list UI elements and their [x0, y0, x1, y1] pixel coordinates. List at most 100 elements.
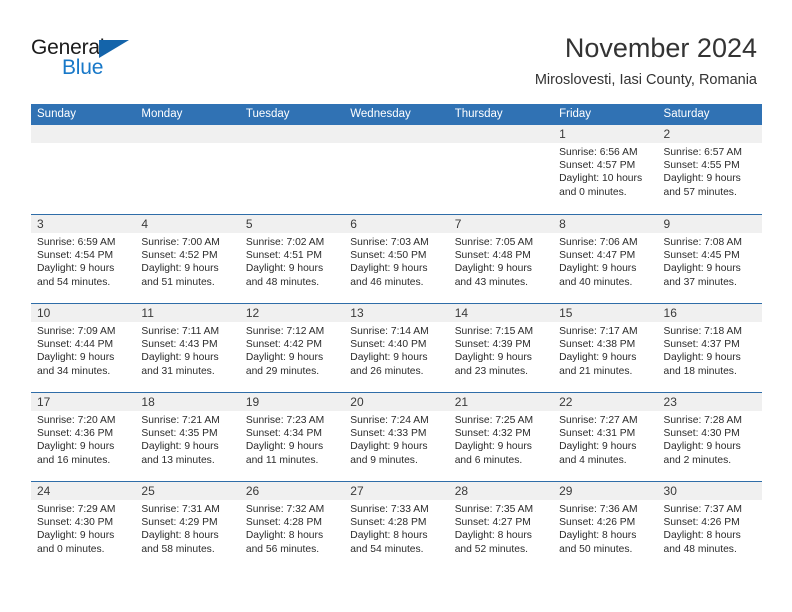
day-cell[interactable]: 16 Sunrise: 7:18 AM Sunset: 4:37 PM Dayl… — [657, 304, 762, 392]
day-cell[interactable] — [239, 125, 345, 214]
day-cell[interactable]: 2 Sunrise: 6:57 AM Sunset: 4:55 PM Dayli… — [657, 125, 762, 214]
day-cell[interactable] — [135, 125, 240, 214]
day-cell[interactable]: 11 Sunrise: 7:11 AM Sunset: 4:43 PM Dayl… — [135, 304, 240, 392]
day-cell[interactable]: 5 Sunrise: 7:02 AM Sunset: 4:51 PM Dayli… — [239, 215, 345, 303]
sunset-text: Sunset: 4:36 PM — [37, 428, 114, 440]
sunset-text: Sunset: 4:42 PM — [245, 339, 322, 351]
sunrise-text: Sunrise: 7:18 AM — [663, 326, 742, 337]
week-row: 17 Sunrise: 7:20 AM Sunset: 4:36 PM Dayl… — [31, 392, 762, 481]
day-cell[interactable]: 7 Sunrise: 7:05 AM Sunset: 4:48 PM Dayli… — [448, 215, 554, 303]
day-cell[interactable]: 14 Sunrise: 7:15 AM Sunset: 4:39 PM Dayl… — [448, 304, 554, 392]
day-number: 6 — [350, 217, 357, 231]
day-number: 2 — [663, 127, 671, 141]
daylight-text-2: and 18 minutes. — [663, 365, 737, 377]
day-cell[interactable]: 12 Sunrise: 7:12 AM Sunset: 4:42 PM Dayl… — [239, 304, 345, 392]
day-cell[interactable]: 20 Sunrise: 7:24 AM Sunset: 4:33 PM Dayl… — [344, 393, 449, 481]
calendar-page: General Blue November 2024 Miroslovesti,… — [0, 0, 792, 612]
day-cell[interactable] — [448, 125, 554, 214]
day-cell[interactable]: 4 Sunrise: 7:00 AM Sunset: 4:52 PM Dayli… — [135, 215, 240, 303]
daylight-text-2: and 46 minutes. — [350, 276, 424, 288]
sunrise-text: Sunrise: 7:25 AM — [454, 415, 534, 426]
daylight-text-2: and 26 minutes. — [350, 365, 424, 377]
daylight-text-2: and 6 minutes. — [454, 454, 523, 466]
daylight-text-1: Daylight: 8 hours — [141, 530, 219, 542]
daylight-text-1: Daylight: 9 hours — [141, 352, 219, 364]
sunrise-text: Sunrise: 7:03 AM — [350, 237, 429, 248]
day-number — [135, 127, 141, 141]
page-subtitle: Miroslovesti, Iasi County, Romania — [534, 72, 757, 88]
sunrise-text: Sunrise: 7:02 AM — [245, 237, 325, 248]
day-number: 30 — [663, 484, 677, 498]
day-number: 8 — [559, 217, 566, 231]
daylight-text-2: and 58 minutes. — [141, 543, 215, 555]
day-number: 15 — [559, 306, 573, 320]
daylight-text-2: and 21 minutes. — [559, 365, 633, 377]
day-cell[interactable]: 26 Sunrise: 7:32 AM Sunset: 4:28 PM Dayl… — [239, 482, 345, 570]
daylight-text-2: and 40 minutes. — [559, 276, 633, 288]
day-cell[interactable]: 30 Sunrise: 7:37 AM Sunset: 4:26 PM Dayl… — [657, 482, 762, 570]
sunset-text: Sunset: 4:50 PM — [350, 250, 427, 262]
day-cell[interactable]: 23 Sunrise: 7:28 AM Sunset: 4:30 PM Dayl… — [657, 393, 762, 481]
daylight-text-1: Daylight: 9 hours — [141, 263, 219, 275]
daylight-text-2: and 56 minutes. — [245, 543, 320, 555]
day-cell[interactable]: 18 Sunrise: 7:21 AM Sunset: 4:35 PM Dayl… — [135, 393, 240, 481]
sunrise-text: Sunrise: 7:23 AM — [245, 415, 325, 426]
sunrise-text: Sunrise: 7:15 AM — [454, 326, 534, 337]
day-cell[interactable]: 29 Sunrise: 7:36 AM Sunset: 4:26 PM Dayl… — [553, 482, 658, 570]
day-cell[interactable]: 27 Sunrise: 7:33 AM Sunset: 4:28 PM Dayl… — [344, 482, 449, 570]
day-cell[interactable]: 15 Sunrise: 7:17 AM Sunset: 4:38 PM Dayl… — [553, 304, 658, 392]
sunrise-text: Sunrise: 7:36 AM — [559, 504, 638, 515]
day-number: 28 — [454, 484, 469, 498]
sunrise-text: Sunrise: 7:21 AM — [141, 415, 220, 426]
day-number — [31, 127, 37, 141]
daylight-text-2: and 23 minutes. — [454, 365, 528, 377]
day-number: 25 — [141, 484, 155, 498]
brand-name-bottom: Blue — [62, 56, 104, 79]
daylight-text-2: and 4 minutes. — [559, 454, 627, 466]
day-number: 11 — [141, 306, 154, 320]
day-cell[interactable]: 28 Sunrise: 7:35 AM Sunset: 4:27 PM Dayl… — [448, 482, 554, 570]
daylight-text-1: Daylight: 9 hours — [245, 352, 324, 364]
sunset-text: Sunset: 4:28 PM — [245, 517, 322, 529]
daylight-text-1: Daylight: 8 hours — [350, 530, 428, 542]
daylight-text-2: and 34 minutes. — [37, 365, 111, 377]
day-cell[interactable] — [344, 125, 449, 214]
day-cell[interactable]: 24 Sunrise: 7:29 AM Sunset: 4:30 PM Dayl… — [31, 482, 136, 570]
daylight-text-1: Daylight: 9 hours — [663, 352, 741, 364]
day-cell[interactable]: 19 Sunrise: 7:23 AM Sunset: 4:34 PM Dayl… — [239, 393, 345, 481]
day-number: 21 — [454, 395, 469, 409]
day-cell[interactable]: 9 Sunrise: 7:08 AM Sunset: 4:45 PM Dayli… — [657, 215, 762, 303]
day-cell[interactable] — [31, 125, 136, 214]
day-number: 27 — [350, 484, 364, 498]
sunrise-text: Sunrise: 7:33 AM — [350, 504, 429, 515]
day-cell[interactable]: 17 Sunrise: 7:20 AM Sunset: 4:36 PM Dayl… — [31, 393, 136, 481]
day-number: 14 — [454, 306, 469, 320]
sunset-text: Sunset: 4:44 PM — [37, 339, 114, 351]
sunset-text: Sunset: 4:47 PM — [559, 250, 636, 262]
daylight-text-1: Daylight: 8 hours — [663, 530, 741, 542]
sunrise-text: Sunrise: 6:59 AM — [37, 237, 116, 248]
daylight-text-2: and 57 minutes. — [663, 186, 737, 198]
day-number: 23 — [663, 395, 677, 409]
day-cell[interactable]: 25 Sunrise: 7:31 AM Sunset: 4:29 PM Dayl… — [135, 482, 240, 570]
sunrise-text: Sunrise: 7:06 AM — [559, 237, 638, 248]
daylight-text-1: Daylight: 8 hours — [245, 530, 324, 542]
daylight-text-1: Daylight: 9 hours — [454, 352, 532, 364]
daylight-text-1: Daylight: 9 hours — [559, 441, 637, 453]
day-cell[interactable]: 3 Sunrise: 6:59 AM Sunset: 4:54 PM Dayli… — [31, 215, 136, 303]
day-number — [449, 127, 455, 141]
day-cell[interactable]: 10 Sunrise: 7:09 AM Sunset: 4:44 PM Dayl… — [31, 304, 136, 392]
daylight-text-2: and 43 minutes. — [454, 276, 528, 288]
day-cell[interactable]: 13 Sunrise: 7:14 AM Sunset: 4:40 PM Dayl… — [344, 304, 449, 392]
day-cell[interactable]: 1 Sunrise: 6:56 AM Sunset: 4:57 PM Dayli… — [553, 125, 658, 214]
day-cell[interactable]: 6 Sunrise: 7:03 AM Sunset: 4:50 PM Dayli… — [344, 215, 449, 303]
day-number: 3 — [37, 217, 44, 231]
day-cell[interactable]: 22 Sunrise: 7:27 AM Sunset: 4:31 PM Dayl… — [553, 393, 658, 481]
day-cell[interactable]: 8 Sunrise: 7:06 AM Sunset: 4:47 PM Dayli… — [553, 215, 658, 303]
daylight-text-1: Daylight: 9 hours — [663, 173, 741, 185]
daylight-text-1: Daylight: 9 hours — [454, 441, 532, 453]
sunrise-text: Sunrise: 7:32 AM — [245, 504, 325, 515]
day-cell[interactable]: 21 Sunrise: 7:25 AM Sunset: 4:32 PM Dayl… — [448, 393, 554, 481]
sunset-text: Sunset: 4:26 PM — [559, 517, 636, 529]
day-number — [240, 127, 246, 141]
